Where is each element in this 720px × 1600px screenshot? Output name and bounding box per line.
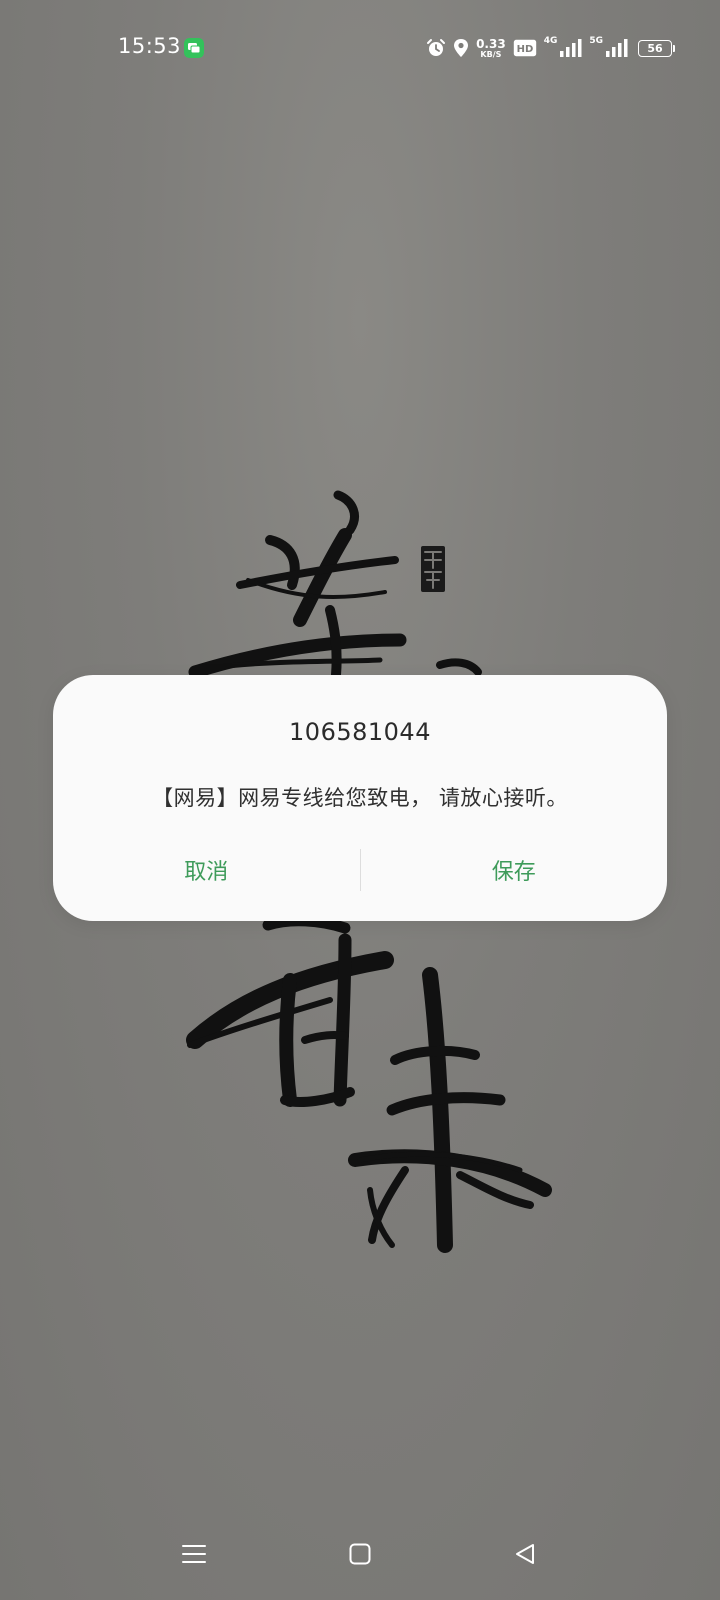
network-speed-value: 0.33 bbox=[476, 36, 506, 51]
signal-icon-2 bbox=[606, 39, 628, 57]
battery-level: 56 bbox=[647, 41, 663, 55]
home-icon bbox=[349, 1543, 371, 1565]
back-icon bbox=[516, 1544, 534, 1564]
home-button[interactable] bbox=[338, 1532, 382, 1576]
hd-icon: HD bbox=[513, 39, 536, 57]
message-app-icon bbox=[184, 38, 204, 58]
dialog-message: 【网易】网易专线给您致电， 请放心接听。 bbox=[152, 786, 568, 810]
cancel-button[interactable]: 取消 bbox=[53, 847, 360, 893]
status-bar: 15:53 0.33 KB/S HD 4G 5G 56 bbox=[0, 0, 720, 96]
svg-text:HD: HD bbox=[516, 44, 533, 55]
dialog-actions: 取消 保存 bbox=[53, 847, 667, 893]
location-icon bbox=[454, 39, 469, 57]
back-button[interactable] bbox=[503, 1532, 547, 1576]
save-button[interactable]: 保存 bbox=[361, 847, 668, 893]
status-indicators: 0.33 KB/S HD 4G 5G 56 bbox=[426, 34, 675, 62]
network-type-2: 5G bbox=[589, 36, 603, 46]
menu-button[interactable] bbox=[172, 1532, 216, 1576]
battery-indicator: 56 bbox=[638, 39, 675, 57]
dialog-title: 106581044 bbox=[289, 718, 431, 746]
network-type-1: 4G bbox=[543, 36, 558, 46]
sms-dialog: 106581044 【网易】网易专线给您致电， 请放心接听。 取消 保存 bbox=[53, 675, 667, 921]
network-speed: 0.33 KB/S bbox=[476, 38, 506, 59]
signal-icon bbox=[560, 39, 582, 57]
menu-icon bbox=[182, 1545, 206, 1563]
navigation-bar bbox=[0, 1510, 720, 1600]
alarm-icon bbox=[427, 39, 446, 56]
phone-screen: 15:53 0.33 KB/S HD 4G 5G 56 106581044 【网… bbox=[0, 0, 720, 1600]
network-speed-unit: KB/S bbox=[480, 49, 502, 59]
status-time: 15:53 bbox=[118, 34, 182, 58]
